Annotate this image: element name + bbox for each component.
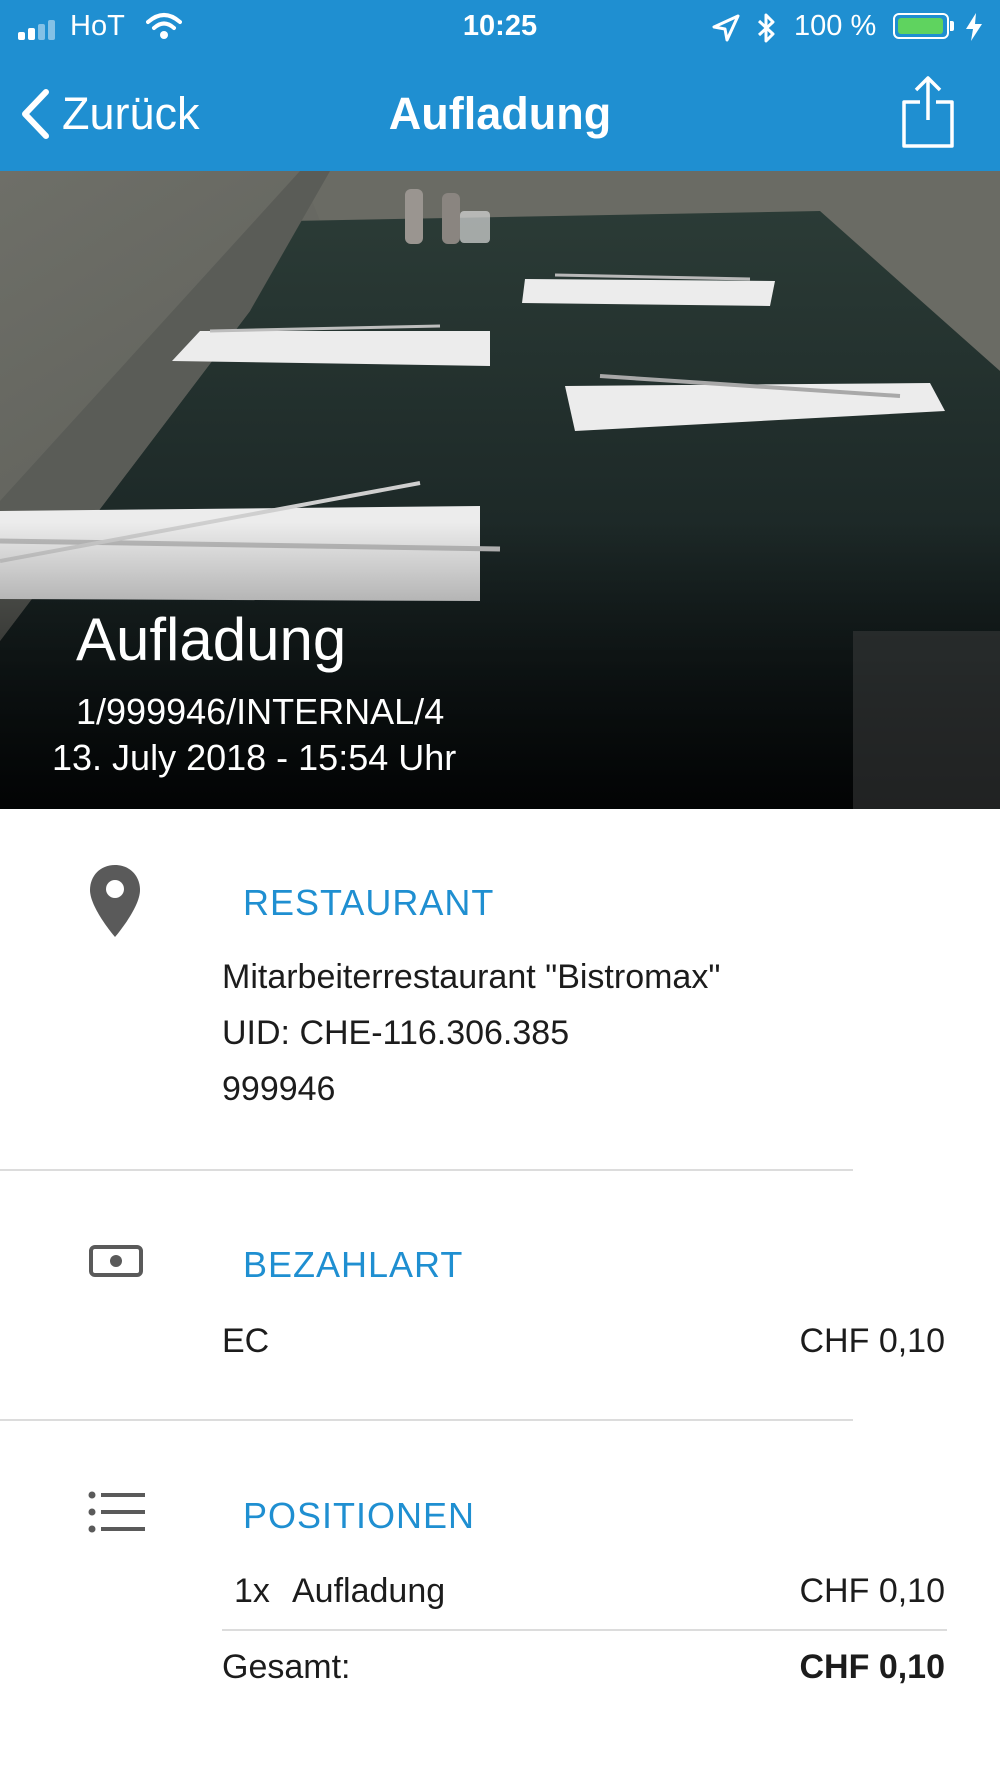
restaurant-heading: RESTAURANT bbox=[243, 882, 495, 923]
location-pin-icon bbox=[90, 865, 140, 937]
item-label: Aufladung bbox=[292, 1572, 446, 1610]
hero-title: Aufladung bbox=[76, 606, 347, 673]
total-amount: CHF 0,10 bbox=[799, 1648, 946, 1686]
total-label: Gesamt: bbox=[222, 1648, 351, 1686]
item-quantity: 1x bbox=[234, 1572, 270, 1610]
share-icon bbox=[902, 76, 954, 148]
top-bar: HoT 10:25 100 % Zurück Aufladung bbox=[0, 0, 1000, 171]
cash-icon bbox=[89, 1245, 143, 1277]
item-amount: CHF 0,10 bbox=[799, 1572, 946, 1610]
restaurant-number: 999946 bbox=[222, 1070, 336, 1108]
bluetooth-icon bbox=[757, 13, 775, 43]
hero-image: Aufladung 1/999946/INTERNAL/4 13. July 2… bbox=[0, 171, 1000, 809]
divider bbox=[0, 1169, 853, 1171]
transaction-reference: 1/999946/INTERNAL/4 bbox=[76, 691, 445, 732]
battery-percent: 100 % bbox=[794, 10, 877, 42]
list-icon bbox=[88, 1491, 145, 1533]
transaction-datetime: 13. July 2018 - 15:54 Uhr bbox=[52, 737, 457, 778]
restaurant-name: Mitarbeiterrestaurant "Bistromax" bbox=[222, 958, 721, 996]
charging-bolt-icon bbox=[966, 13, 982, 41]
divider bbox=[0, 1419, 853, 1421]
status-bar: HoT 10:25 100 % bbox=[0, 0, 1000, 56]
battery-tip bbox=[950, 21, 954, 31]
navigation-bar: Zurück Aufladung bbox=[0, 56, 1000, 171]
payment-amount: CHF 0,10 bbox=[799, 1322, 946, 1360]
payment-heading: BEZAHLART bbox=[243, 1244, 464, 1285]
restaurant-uid: UID: CHE-116.306.385 bbox=[222, 1014, 570, 1052]
payment-method: EC bbox=[222, 1322, 270, 1360]
battery-icon bbox=[893, 13, 949, 39]
positions-heading: POSITIONEN bbox=[243, 1495, 476, 1536]
share-button[interactable] bbox=[900, 74, 956, 155]
page-title: Aufladung bbox=[388, 88, 612, 139]
location-arrow-icon bbox=[712, 14, 740, 42]
total-divider bbox=[222, 1629, 947, 1631]
